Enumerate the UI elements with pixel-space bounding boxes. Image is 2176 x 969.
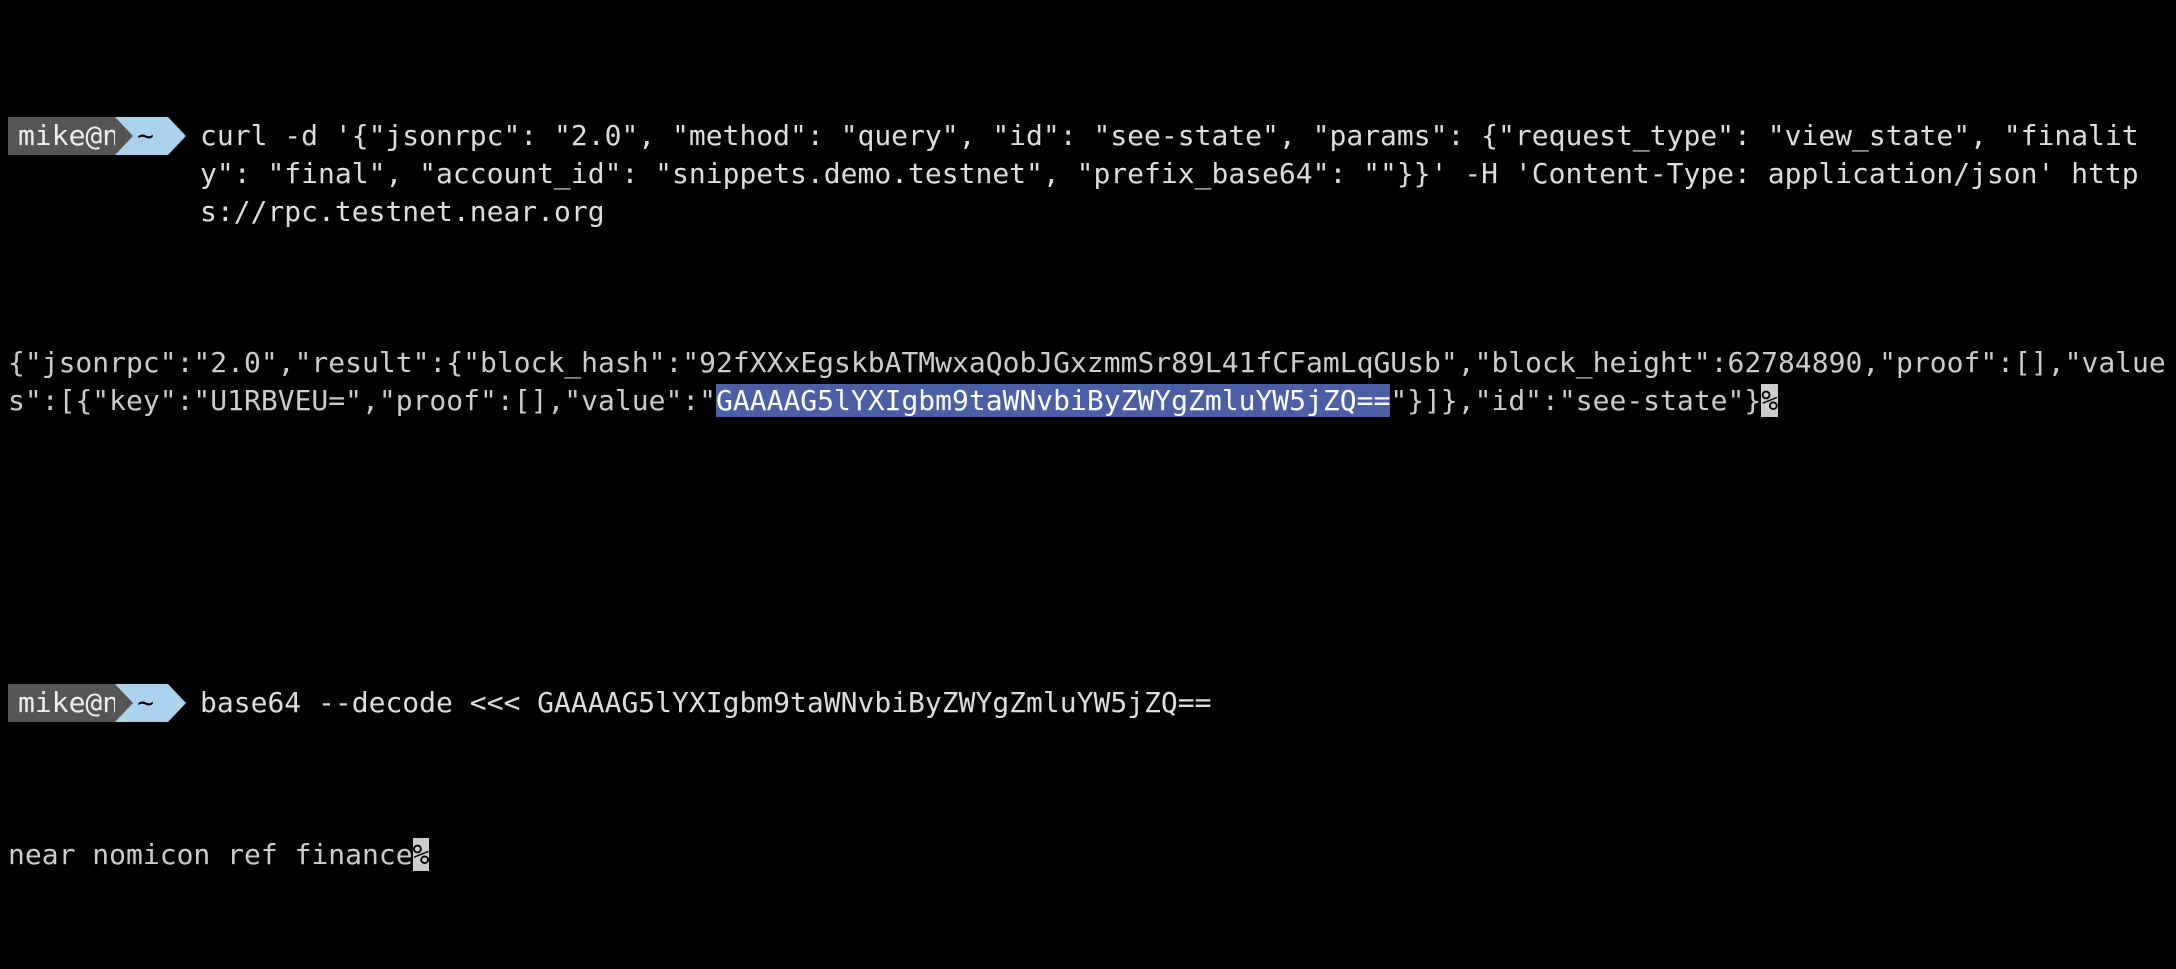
command-text: base64 --decode <<< GAAAAG5lYXIgbm9taWNv… — [200, 684, 2168, 722]
prompt-path: ~ — [115, 684, 168, 722]
chevron-right-icon — [168, 117, 186, 155]
response-highlight: GAAAAG5lYXIgbm9taWNvbiByZWYgZmluYW5jZQ== — [716, 384, 1390, 417]
command-output-2: near nomicon ref finance% — [8, 836, 2168, 874]
output-text: near nomicon ref finance — [8, 838, 413, 871]
command-block-2: mike@n ~ base64 --decode <<< GAAAAG5lYXI… — [8, 684, 2168, 722]
eol-marker-icon: % — [1761, 384, 1778, 417]
chevron-right-icon — [168, 684, 186, 722]
command-output-1: {"jsonrpc":"2.0","result":{"block_hash":… — [8, 344, 2168, 420]
eol-marker-icon: % — [413, 838, 430, 871]
prompt: mike@n ~ — [8, 684, 186, 722]
blank-line — [8, 533, 2168, 571]
command-text: curl -d '{"jsonrpc": "2.0", "method": "q… — [200, 117, 2168, 230]
response-post: "}]},"id":"see-state"} — [1390, 384, 1761, 417]
command-block-1: mike@n ~ curl -d '{"jsonrpc": "2.0", "me… — [8, 117, 2168, 230]
prompt: mike@n ~ — [8, 117, 186, 155]
terminal[interactable]: mike@n ~ curl -d '{"jsonrpc": "2.0", "me… — [0, 0, 2176, 969]
prompt-path: ~ — [115, 117, 168, 155]
